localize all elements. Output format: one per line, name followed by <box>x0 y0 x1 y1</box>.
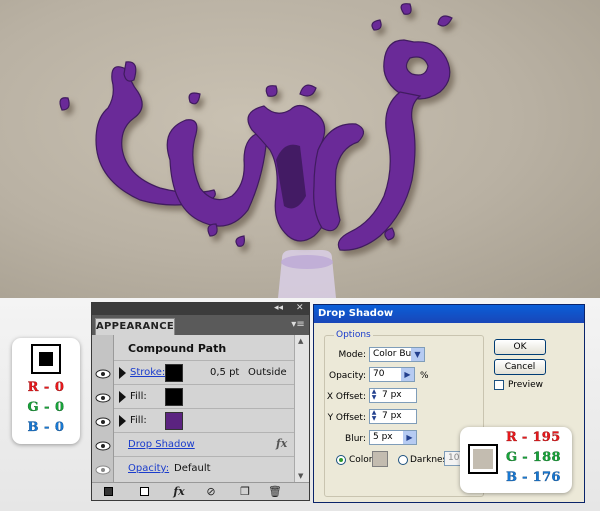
spinner-icon[interactable]: ▲ ▼ <box>370 410 378 423</box>
x-offset-input[interactable]: ▲ ▼ 7 px <box>369 388 417 403</box>
green-value: G - 188 <box>506 450 561 465</box>
x-offset-value: 7 px <box>382 390 402 400</box>
ok-button[interactable]: OK <box>494 339 546 355</box>
y-offset-label: Y Offset: <box>327 413 366 423</box>
visibility-column <box>92 335 114 482</box>
fill-square-icon[interactable] <box>138 485 152 499</box>
cure-splash-artwork <box>59 3 453 298</box>
appearance-panel: ◂◂ ✕ APPEARANCE ▾≡ Compound Path Stroke:… <box>91 302 310 501</box>
panel-tab-row: APPEARANCE ▾≡ <box>92 315 309 335</box>
dialog-title: Drop Shadow <box>314 305 584 323</box>
eye-icon[interactable] <box>95 392 111 404</box>
x-offset-label: X Offset: <box>326 392 366 402</box>
red-value: R - 195 <box>506 430 561 445</box>
blue-value: B - 0 <box>27 420 65 435</box>
disclosure-triangle-icon[interactable] <box>119 391 126 403</box>
collapse-icon[interactable]: ◂◂ <box>274 303 283 313</box>
panel-bottom-toolbar: fx ⊘ ❐ 🗑 <box>92 482 309 500</box>
cancel-button[interactable]: Cancel <box>494 359 546 375</box>
color-swatch-fill <box>473 449 493 469</box>
stroke-link[interactable]: Stroke: <box>130 367 165 378</box>
y-offset-value: 7 px <box>382 411 402 421</box>
options-group-label: Options <box>334 330 373 340</box>
drop-shadow-link[interactable]: Drop Shadow <box>128 439 195 450</box>
appearance-row-fill-2[interactable]: Fill: <box>114 409 294 433</box>
eye-icon[interactable] <box>95 440 111 452</box>
appearance-row-stroke[interactable]: Stroke: 0,5 pt Outside <box>114 361 294 385</box>
blue-value: B - 176 <box>506 470 561 485</box>
fx-menu-icon[interactable]: fx <box>172 485 186 499</box>
mode-select[interactable]: Color Burn ▼ <box>369 347 425 362</box>
opacity-field-value: 70 <box>373 369 385 379</box>
bottle-icon <box>278 250 336 298</box>
object-title-row: Compound Path <box>114 335 294 361</box>
darkness-radio[interactable] <box>398 455 408 465</box>
green-value: G - 0 <box>27 400 65 415</box>
appearance-list: Compound Path Stroke: 0,5 pt Outside Fil… <box>92 335 309 482</box>
color-card-gray: R - 195 G - 188 B - 176 <box>460 427 572 493</box>
opacity-label: Opacity: <box>329 371 366 381</box>
color-swatch <box>31 344 61 374</box>
stroke-swatch[interactable] <box>165 364 183 382</box>
duplicate-icon[interactable]: ❐ <box>238 485 252 499</box>
preview-checkbox[interactable] <box>494 380 504 390</box>
shadow-color-swatch[interactable] <box>372 451 388 467</box>
eye-icon[interactable] <box>95 416 111 428</box>
opacity-link[interactable]: Opacity: <box>128 463 169 474</box>
fill-swatch-purple[interactable] <box>165 412 183 430</box>
chevron-right-icon[interactable]: ▶ <box>403 431 416 444</box>
tab-appearance[interactable]: APPEARANCE <box>95 318 175 335</box>
opacity-input[interactable]: 70 ▶ <box>369 367 415 382</box>
chevron-down-icon[interactable]: ▼ <box>411 348 424 361</box>
artwork-canvas <box>0 0 600 298</box>
preview-label: Preview <box>508 380 544 390</box>
fill-label: Fill: <box>130 391 147 402</box>
color-radio[interactable] <box>336 455 346 465</box>
stroke-align: Outside <box>248 367 287 378</box>
fill-swatch-black[interactable] <box>165 388 183 406</box>
chevron-right-icon[interactable]: ▶ <box>401 368 414 381</box>
fill-label: Fill: <box>130 415 147 426</box>
opacity-value: Default <box>174 463 211 474</box>
appearance-row-drop-shadow[interactable]: Drop Shadow fx <box>114 433 294 457</box>
y-offset-input[interactable]: ▲ ▼ 7 px <box>369 409 417 424</box>
stroke-weight: 0,5 pt <box>210 367 240 378</box>
object-type-label: Compound Path <box>128 342 227 355</box>
red-value: R - 0 <box>27 380 65 395</box>
panel-menu-icon[interactable]: ▾≡ <box>291 319 305 331</box>
appearance-row-opacity[interactable]: Opacity: Default <box>114 457 294 481</box>
blur-input[interactable]: 5 px ▶ <box>369 430 417 445</box>
color-swatch-fill <box>39 352 53 366</box>
disclosure-triangle-icon[interactable] <box>119 415 126 427</box>
panel-scrollbar[interactable]: ▲ ▼ <box>294 335 309 482</box>
delete-icon[interactable]: 🗑 <box>268 485 282 499</box>
opacity-unit: % <box>420 371 429 381</box>
color-card-black: R - 0 G - 0 B - 0 <box>12 338 80 444</box>
spinner-icon[interactable]: ▲ ▼ <box>370 389 378 402</box>
appearance-row-fill-1[interactable]: Fill: <box>114 385 294 409</box>
stroke-square-icon[interactable] <box>102 485 116 499</box>
mode-label: Mode: <box>338 350 366 360</box>
eye-icon[interactable] <box>95 368 111 380</box>
clear-icon[interactable]: ⊘ <box>204 485 218 499</box>
blur-value: 5 px <box>373 432 393 442</box>
fx-icon: fx <box>276 437 288 450</box>
scroll-down-icon[interactable]: ▼ <box>298 472 303 480</box>
close-icon[interactable]: ✕ <box>296 303 304 313</box>
eye-icon[interactable] <box>95 464 111 476</box>
blur-label: Blur: <box>345 434 366 444</box>
panel-titlebar: ◂◂ ✕ <box>92 303 309 315</box>
disclosure-triangle-icon[interactable] <box>119 367 126 379</box>
scroll-up-icon[interactable]: ▲ <box>298 337 303 345</box>
color-swatch <box>468 444 498 474</box>
